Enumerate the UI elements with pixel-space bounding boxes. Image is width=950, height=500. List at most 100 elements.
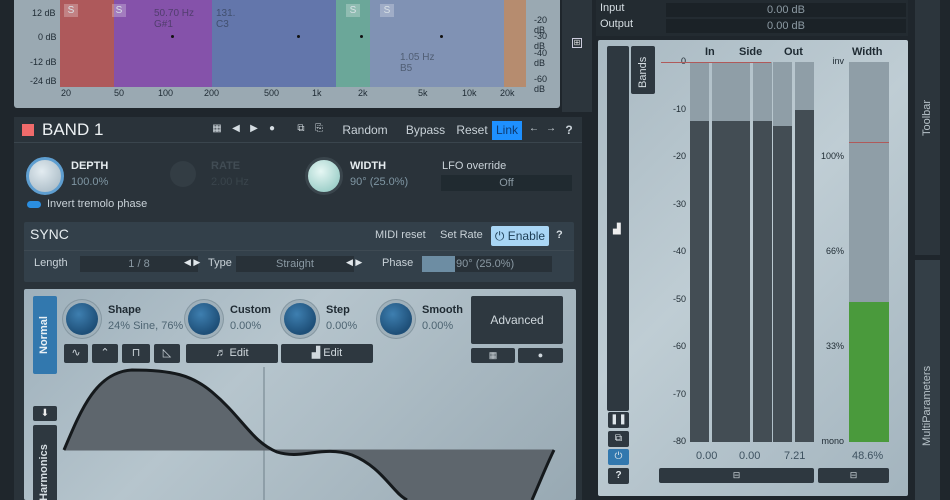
expand-icon[interactable]: ⊞ [572, 38, 582, 48]
copy-icon[interactable]: ⧉ [295, 123, 307, 135]
tab-toolbar[interactable]: Toolbar [915, 0, 940, 255]
bypass-button[interactable]: Bypass [403, 121, 448, 140]
level-fill [773, 126, 792, 442]
depth-knob[interactable] [26, 157, 64, 195]
enable-button[interactable]: ⏻ Enable [491, 226, 549, 246]
help-button[interactable]: ? [562, 121, 576, 140]
solo-button[interactable]: S [112, 4, 126, 17]
type-field[interactable]: Straight [236, 256, 354, 272]
band-selector-strip[interactable]: ▟ [607, 46, 629, 411]
shape-triangle-button[interactable]: ⌃ [92, 344, 118, 363]
solo-button[interactable]: S [64, 4, 78, 17]
input-label: Input [600, 2, 625, 14]
peak-line [661, 62, 771, 63]
step-knob[interactable] [284, 303, 316, 335]
reset-button[interactable]: Reset [454, 121, 490, 140]
output-label: Output [600, 18, 634, 30]
paste-icon[interactable]: ⎘ [313, 123, 325, 135]
prev-preset-icon[interactable]: ◀ [230, 123, 242, 135]
advanced-button[interactable]: Advanced [471, 296, 563, 344]
width-knob[interactable] [305, 157, 343, 195]
meter-header-out: Out [784, 46, 803, 58]
shape-saw-button[interactable]: ◺ [154, 344, 180, 363]
shape-knob[interactable] [66, 303, 98, 335]
custom-knob[interactable] [188, 303, 220, 335]
length-stepper-icon[interactable]: ◀ ▶ [184, 257, 200, 268]
type-stepper-icon[interactable]: ◀ ▶ [346, 257, 362, 268]
phase-fill [422, 256, 455, 272]
shape-square-button[interactable]: ⊓ [122, 344, 150, 363]
shape-value[interactable]: 24% Sine, 76% [108, 320, 184, 332]
detach-button[interactable]: ⧉ [608, 431, 629, 447]
midi-reset-button[interactable]: MIDI reset [375, 229, 426, 241]
band-node[interactable] [297, 35, 300, 38]
pause-button[interactable]: ❚❚ [608, 412, 629, 428]
power-icon: ⏻ [614, 451, 623, 462]
link-button[interactable]: Link [492, 121, 522, 140]
width-label: WIDTH [350, 160, 387, 172]
spectrum-display[interactable]: S S S S 50.70 Hz G#1 131. C3 1.05 Hz B5 12 … [14, 0, 560, 108]
width-value[interactable]: 90° (25.0%) [350, 176, 408, 188]
width-fill [849, 301, 889, 442]
band-color-swatch[interactable] [22, 124, 34, 136]
arrow-right-icon[interactable]: → [545, 123, 557, 135]
enable-label: Enable [507, 229, 546, 243]
toolbar-label: Toolbar [921, 99, 933, 136]
tab-harmonics[interactable]: Harmonics [33, 425, 57, 500]
band-node[interactable] [440, 35, 443, 38]
grid-button[interactable]: ▦ [471, 348, 515, 363]
shape-sine-button[interactable]: ∿ [64, 344, 88, 363]
x-label: 20k [500, 88, 515, 98]
smooth-knob[interactable] [380, 303, 412, 335]
output-value[interactable]: 0.00 dB [666, 19, 906, 33]
power-button[interactable]: ⏻ [608, 449, 629, 465]
custom-label: Custom [230, 304, 271, 316]
width-scale-button[interactable]: ⊟ [818, 468, 889, 483]
bands-button[interactable]: Bands [631, 46, 655, 94]
custom-edit-button[interactable]: ♬ Edit [186, 344, 278, 363]
meter-scale-button[interactable]: ⊟ [659, 468, 814, 483]
length-field[interactable]: 1 / 8 [80, 256, 198, 272]
lfo-override-dropdown[interactable]: Off [441, 175, 572, 191]
bars-icon: ▟ [311, 347, 324, 359]
band-node[interactable] [360, 35, 363, 38]
smooth-value[interactable]: 0.00% [422, 320, 453, 332]
solo-button[interactable]: S [380, 4, 394, 17]
next-preset-icon[interactable]: ▶ [248, 123, 260, 135]
help-button[interactable]: ? [608, 468, 629, 484]
x-label: 5k [418, 88, 428, 98]
band-node[interactable] [171, 35, 174, 38]
db-tick: -20 [672, 151, 686, 161]
bands-label: Bands [637, 56, 649, 88]
solo-button[interactable]: S [346, 4, 360, 17]
custom-value[interactable]: 0.00% [230, 320, 261, 332]
meter-header-width: Width [852, 46, 883, 58]
sync-help-button[interactable]: ? [556, 229, 563, 241]
rate-value: 2.00 Hz [211, 176, 249, 188]
grid-icon[interactable]: ▦ [211, 123, 223, 135]
width-value: 48.6% [852, 450, 884, 462]
input-value[interactable]: 0.00 dB [666, 3, 906, 17]
dice-button[interactable]: ● [518, 348, 563, 363]
tab-normal[interactable]: Normal [33, 296, 57, 374]
step-edit-button[interactable]: ▟ Edit [281, 344, 373, 363]
tab-multiparameters[interactable]: MultiParameters [915, 260, 940, 500]
phase-slider[interactable]: 90° (25.0%) [422, 256, 552, 272]
db-tick: -30 [672, 198, 686, 209]
help-icon: ? [615, 470, 622, 481]
random-button[interactable]: Random [339, 121, 391, 140]
x-label: 200 [204, 88, 220, 98]
sync-section: SYNC MIDI reset Set Rate ⏻ Enable ? Leng… [24, 222, 574, 282]
band-region-6[interactable] [504, 0, 526, 87]
meter-header-in: In [705, 46, 715, 58]
lfo-waveform[interactable] [62, 367, 574, 500]
invert-toggle[interactable] [27, 201, 41, 208]
tab-harmonics-label: Harmonics [38, 444, 50, 500]
step-value[interactable]: 0.00% [326, 320, 357, 332]
band-plot[interactable]: S S S S 50.70 Hz G#1 131. C3 1.05 Hz B5 [60, 0, 526, 87]
randomize-dice-icon[interactable]: ● [266, 123, 278, 135]
set-rate-button[interactable]: Set Rate [440, 229, 483, 241]
depth-value[interactable]: 100.0% [71, 176, 108, 188]
arrow-down-icon[interactable]: ⬇ [33, 406, 57, 421]
arrow-left-icon[interactable]: ← [528, 123, 540, 135]
